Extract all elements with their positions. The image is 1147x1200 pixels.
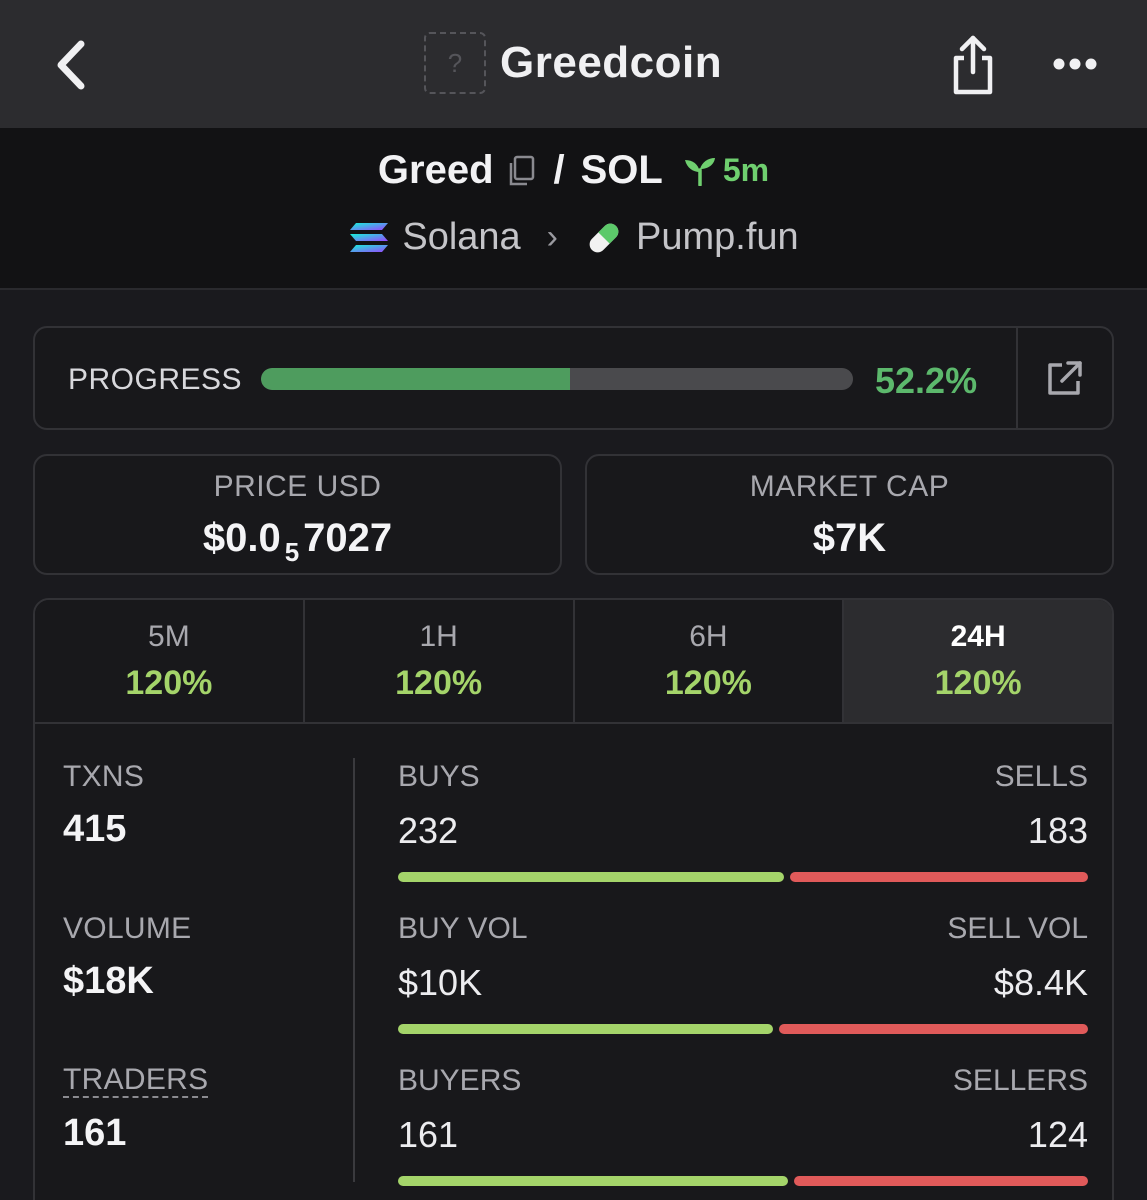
volume-metric: VOLUME $18K xyxy=(63,912,192,1003)
open-external-button[interactable] xyxy=(1025,350,1105,406)
tab-change: 120% xyxy=(395,664,483,702)
buy-sell-volume-ratio-bar xyxy=(398,1024,1088,1034)
tab-label: 6H xyxy=(689,620,728,653)
price-usd-value: $0.0 5 7027 xyxy=(35,516,560,568)
price-usd-label: PRICE USD xyxy=(213,470,382,503)
chain-name: Solana xyxy=(402,216,521,258)
base-token-symbol: Greed xyxy=(377,148,494,192)
market-cap-card: MARKET CAP $7K xyxy=(585,454,1114,575)
page-title: Greedcoin xyxy=(500,38,723,87)
txns-value: 415 xyxy=(63,808,127,850)
external-link-icon xyxy=(1048,361,1082,395)
sellers-label: SELLERS xyxy=(952,1064,1088,1097)
dex-link[interactable]: Pump.fun xyxy=(584,216,799,259)
volume-value: $18K xyxy=(63,960,154,1002)
progress-bar-fill xyxy=(261,368,571,390)
tab-label: 1H xyxy=(419,620,458,653)
price-prefix: $0.0 xyxy=(202,516,281,560)
dex-name: Pump.fun xyxy=(636,216,799,258)
tab-change: 120% xyxy=(934,664,1022,702)
sellers-value: 124 xyxy=(1027,1114,1088,1155)
buy-vol-label: BUY VOL xyxy=(398,912,528,945)
top-nav-bar: ? Greedcoin xyxy=(0,0,1147,128)
buys-sells-split: BUYS SELLS 232 183 xyxy=(398,760,1088,882)
sells-label: SELLS xyxy=(994,760,1088,793)
price-usd-card: PRICE USD $0.0 5 7027 xyxy=(33,454,562,575)
tab-24h[interactable]: 24H 120% xyxy=(844,600,1112,722)
pair-separator: / xyxy=(553,148,565,192)
timeframe-tabs: 5M 120% 1H 120% 6H 120% 24H 120% xyxy=(35,600,1112,724)
sells-value: 183 xyxy=(1027,810,1088,851)
sell-portion-bar xyxy=(793,1176,1088,1186)
price-zero-count: 5 xyxy=(284,537,300,567)
bonding-progress-card: PROGRESS 52.2% xyxy=(33,326,1114,430)
divider xyxy=(1016,328,1018,428)
buys-label: BUYS xyxy=(398,760,480,793)
chevron-left-icon xyxy=(57,40,85,90)
txns-metric: TXNS 415 xyxy=(63,760,144,851)
buys-sells-ratio-bar xyxy=(398,872,1088,882)
buys-value: 232 xyxy=(398,810,459,851)
tab-change: 120% xyxy=(664,664,752,702)
chevron-right-icon: › xyxy=(546,218,558,256)
pair-header: Greed / SOL 5m Solana › Pump.fun xyxy=(0,128,1147,290)
split-header: BUYS SELLS xyxy=(398,760,1088,800)
tab-label: 24H xyxy=(950,620,1006,653)
pair-age-badge: 5m xyxy=(683,152,769,189)
pair-line: Greed / SOL 5m xyxy=(0,148,1147,193)
token-avatar-placeholder: ? xyxy=(424,32,486,94)
split-values: 161 124 xyxy=(398,1114,1088,1162)
traders-label[interactable]: TRADERS xyxy=(63,1064,209,1098)
tab-6h[interactable]: 6H 120% xyxy=(574,600,845,722)
chain-link[interactable]: Solana xyxy=(348,216,521,259)
buyers-value: 161 xyxy=(398,1114,459,1155)
copy-address-button[interactable] xyxy=(504,154,538,188)
share-icon xyxy=(953,35,993,95)
buy-portion-bar xyxy=(398,1024,773,1034)
copy-icon xyxy=(509,155,534,185)
buy-portion-bar xyxy=(398,1176,788,1186)
avatar-placeholder-text: ? xyxy=(447,47,463,78)
split-values: 232 183 xyxy=(398,810,1088,858)
tab-change: 120% xyxy=(125,664,213,702)
buyers-sellers-ratio-bar xyxy=(398,1176,1088,1186)
buy-portion-bar xyxy=(398,872,784,882)
share-button[interactable] xyxy=(944,30,1002,100)
txns-label: TXNS xyxy=(63,760,145,793)
volume-label: VOLUME xyxy=(63,912,192,945)
ellipsis-icon xyxy=(1053,58,1097,70)
sell-portion-bar xyxy=(789,872,1088,882)
tab-label: 5M xyxy=(148,620,190,653)
pair-age-text: 5m xyxy=(722,152,770,188)
price-digits: 7027 xyxy=(303,516,393,560)
split-values: $10K $8.4K xyxy=(398,962,1088,1010)
buy-vol-value: $10K xyxy=(398,962,483,1003)
market-cap-label: MARKET CAP xyxy=(749,470,950,503)
more-options-button[interactable] xyxy=(1046,40,1104,88)
buyers-label: BUYERS xyxy=(398,1064,522,1097)
tab-5m[interactable]: 5M 120% xyxy=(35,600,305,722)
traders-metric: TRADERS 161 xyxy=(63,1064,209,1155)
progress-label: PROGRESS xyxy=(68,363,243,396)
tab-1h[interactable]: 1H 120% xyxy=(304,600,575,722)
pill-icon xyxy=(589,223,619,252)
progress-percentage: 52.2% xyxy=(875,360,978,401)
split-header: BUYERS SELLERS xyxy=(398,1064,1088,1104)
solana-icon xyxy=(350,222,389,252)
sprout-icon xyxy=(684,157,715,186)
sell-vol-value: $8.4K xyxy=(993,962,1088,1003)
breadcrumb: Solana › Pump.fun xyxy=(0,216,1147,259)
market-cap-value: $7K xyxy=(812,516,887,560)
progress-bar xyxy=(261,368,853,390)
buyers-sellers-split: BUYERS SELLERS 161 124 xyxy=(398,1064,1088,1186)
timeframe-stats-panel: 5M 120% 1H 120% 6H 120% 24H 120% TXNS 41… xyxy=(33,598,1114,1200)
quote-token-symbol: SOL xyxy=(580,148,663,192)
split-header: BUY VOL SELL VOL xyxy=(398,912,1088,952)
column-divider xyxy=(353,758,355,1182)
buy-sell-volume-split: BUY VOL SELL VOL $10K $8.4K xyxy=(398,912,1088,1034)
sell-vol-label: SELL VOL xyxy=(947,912,1088,945)
back-button[interactable] xyxy=(40,30,100,100)
traders-value: 161 xyxy=(63,1111,127,1154)
sell-portion-bar xyxy=(778,1024,1088,1034)
